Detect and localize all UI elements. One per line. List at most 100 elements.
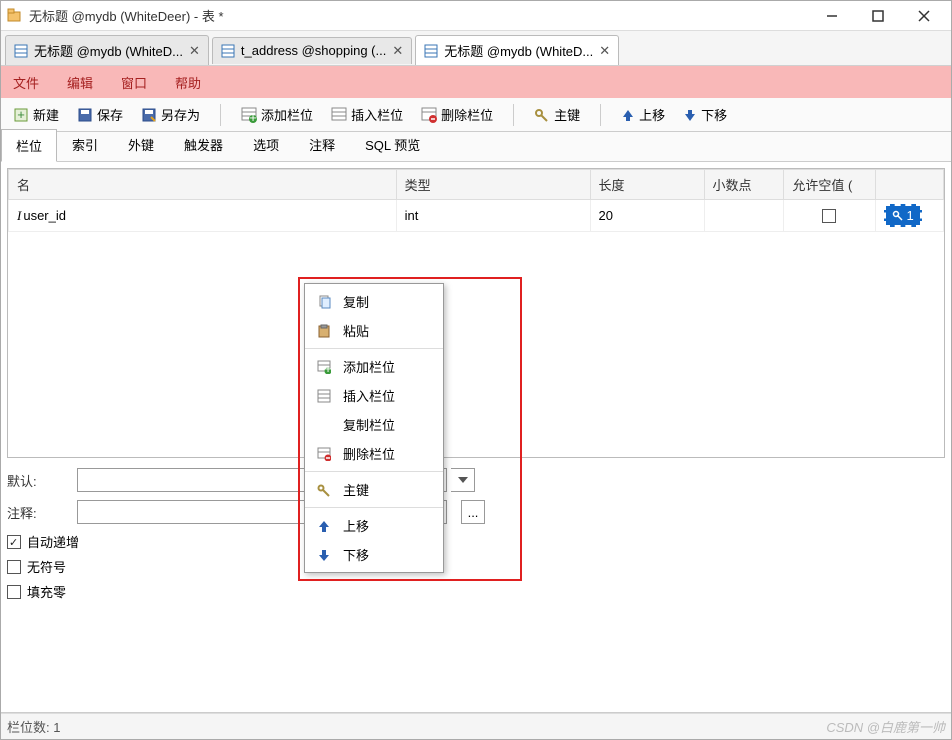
grid-add-icon: + — [315, 358, 333, 376]
unsigned-checkbox[interactable] — [7, 560, 21, 574]
table-icon — [424, 44, 438, 58]
new-icon: + — [13, 107, 29, 123]
moveup-button[interactable]: 上移 — [617, 103, 669, 126]
col-key[interactable] — [875, 170, 943, 200]
field-properties: 默认: 注释: ... 自动递增 无符号 填充零 — [7, 458, 945, 617]
subtab-fields[interactable]: 栏位 — [1, 129, 57, 162]
deletefield-button[interactable]: 删除栏位 — [417, 103, 497, 126]
cell-type[interactable]: int — [396, 200, 590, 232]
primary-key-cell[interactable]: 1 — [884, 204, 922, 227]
menu-window[interactable]: 窗口 — [121, 73, 147, 92]
new-button[interactable]: +新建 — [9, 103, 63, 126]
allownull-checkbox[interactable] — [822, 209, 836, 223]
menu-help[interactable]: 帮助 — [175, 73, 201, 92]
arrow-down-icon — [315, 546, 333, 564]
tab-1[interactable]: t_address @shopping (... ✕ — [212, 37, 412, 64]
close-button[interactable] — [901, 1, 947, 30]
arrow-down-icon — [683, 108, 697, 122]
svg-text:+: + — [324, 361, 331, 374]
ctx-dupfield[interactable]: 复制栏位 — [305, 410, 443, 439]
ctx-copy[interactable]: 复制 — [305, 287, 443, 316]
grid-insert-icon — [331, 107, 347, 123]
editor-tabs: 栏位 索引 外键 触发器 选项 注释 SQL 预览 — [1, 132, 951, 162]
paste-icon — [315, 322, 333, 340]
saveas-icon — [141, 107, 157, 123]
autoinc-checkbox[interactable] — [7, 535, 21, 549]
subtab-sqlpreview[interactable]: SQL 预览 — [350, 128, 435, 161]
subtab-triggers[interactable]: 触发器 — [169, 128, 238, 161]
zerofill-checkbox[interactable] — [7, 585, 21, 599]
subtab-options[interactable]: 选项 — [238, 128, 294, 161]
ellipsis-button[interactable]: ... — [461, 500, 485, 524]
subtab-indexes[interactable]: 索引 — [57, 128, 113, 161]
addfield-button[interactable]: +添加栏位 — [237, 103, 317, 126]
movedown-button[interactable]: 下移 — [679, 103, 731, 126]
title-bar: 无标题 @mydb (WhiteDeer) - 表 * — [1, 1, 951, 31]
table-row[interactable]: Iuser_id int 20 1 — [9, 200, 944, 232]
default-label: 默认: — [7, 471, 67, 490]
unsigned-label: 无符号 — [27, 557, 66, 576]
dropdown-button[interactable] — [451, 468, 475, 492]
cursor-icon: I — [17, 208, 21, 223]
toolbar: +新建 保存 另存为 +添加栏位 插入栏位 删除栏位 主键 上移 下移 — [1, 98, 951, 132]
ctx-insertfield[interactable]: 插入栏位 — [305, 381, 443, 410]
blank-icon — [315, 416, 333, 434]
content-area: 名 类型 长度 小数点 允许空值 ( Iuser_id int 20 1 — [1, 162, 951, 713]
cell-decimals[interactable] — [704, 200, 784, 232]
tab-2[interactable]: 无标题 @mydb (WhiteD... ✕ — [415, 35, 619, 65]
ctx-movedown[interactable]: 下移 — [305, 540, 443, 569]
ctx-paste[interactable]: 粘贴 — [305, 316, 443, 345]
grid-delete-icon — [421, 107, 437, 123]
arrow-up-icon — [621, 108, 635, 122]
field-count: 栏位数: 1 — [7, 717, 60, 736]
maximize-button[interactable] — [855, 1, 901, 30]
svg-text:+: + — [17, 107, 25, 122]
insertfield-button[interactable]: 插入栏位 — [327, 103, 407, 126]
col-name[interactable]: 名 — [9, 170, 397, 200]
tab-0[interactable]: 无标题 @mydb (WhiteD... ✕ — [5, 35, 209, 65]
primarykey-button[interactable]: 主键 — [530, 103, 584, 126]
menu-bar: 文件 编辑 窗口 帮助 — [1, 66, 951, 98]
close-icon[interactable]: ✕ — [189, 43, 200, 59]
ctx-moveup[interactable]: 上移 — [305, 511, 443, 540]
watermark: CSDN @白鹿第一帅 — [826, 717, 945, 736]
tab-label: t_address @shopping (... — [241, 43, 386, 58]
ctx-addfield[interactable]: +添加栏位 — [305, 352, 443, 381]
svg-text:+: + — [249, 110, 257, 123]
col-length[interactable]: 长度 — [590, 170, 704, 200]
ctx-primarykey[interactable]: 主键 — [305, 475, 443, 504]
context-menu: 复制 粘贴 +添加栏位 插入栏位 复制栏位 删除栏位 主键 上移 下移 — [304, 283, 444, 573]
save-icon — [77, 107, 93, 123]
zerofill-label: 填充零 — [27, 582, 66, 601]
close-icon[interactable]: ✕ — [599, 43, 610, 59]
grid-delete-icon — [315, 445, 333, 463]
cell-name[interactable]: user_id — [23, 208, 66, 223]
app-icon — [5, 7, 23, 25]
table-icon — [14, 44, 28, 58]
menu-file[interactable]: 文件 — [13, 73, 39, 92]
close-icon[interactable]: ✕ — [392, 43, 403, 59]
subtab-comment[interactable]: 注释 — [294, 128, 350, 161]
save-button[interactable]: 保存 — [73, 103, 127, 126]
fields-grid[interactable]: 名 类型 长度 小数点 允许空值 ( Iuser_id int 20 1 — [7, 168, 945, 458]
tab-label: 无标题 @mydb (WhiteD... — [444, 41, 593, 60]
copy-icon — [315, 293, 333, 311]
grid-insert-icon — [315, 387, 333, 405]
ctx-delfield[interactable]: 删除栏位 — [305, 439, 443, 468]
cell-length[interactable]: 20 — [590, 200, 704, 232]
col-allownull[interactable]: 允许空值 ( — [784, 170, 875, 200]
grid-add-icon: + — [241, 107, 257, 123]
col-decimals[interactable]: 小数点 — [704, 170, 784, 200]
table-icon — [221, 44, 235, 58]
col-type[interactable]: 类型 — [396, 170, 590, 200]
status-bar: 栏位数: 1 CSDN @白鹿第一帅 — [1, 713, 951, 739]
minimize-button[interactable] — [809, 1, 855, 30]
document-tabs: 无标题 @mydb (WhiteD... ✕ t_address @shoppi… — [1, 31, 951, 66]
key-icon — [534, 107, 550, 123]
comment-label: 注释: — [7, 503, 67, 522]
menu-edit[interactable]: 编辑 — [67, 73, 93, 92]
autoinc-label: 自动递增 — [27, 532, 79, 551]
subtab-foreignkeys[interactable]: 外键 — [113, 128, 169, 161]
saveas-button[interactable]: 另存为 — [137, 103, 204, 126]
window-title: 无标题 @mydb (WhiteDeer) - 表 * — [29, 6, 809, 25]
